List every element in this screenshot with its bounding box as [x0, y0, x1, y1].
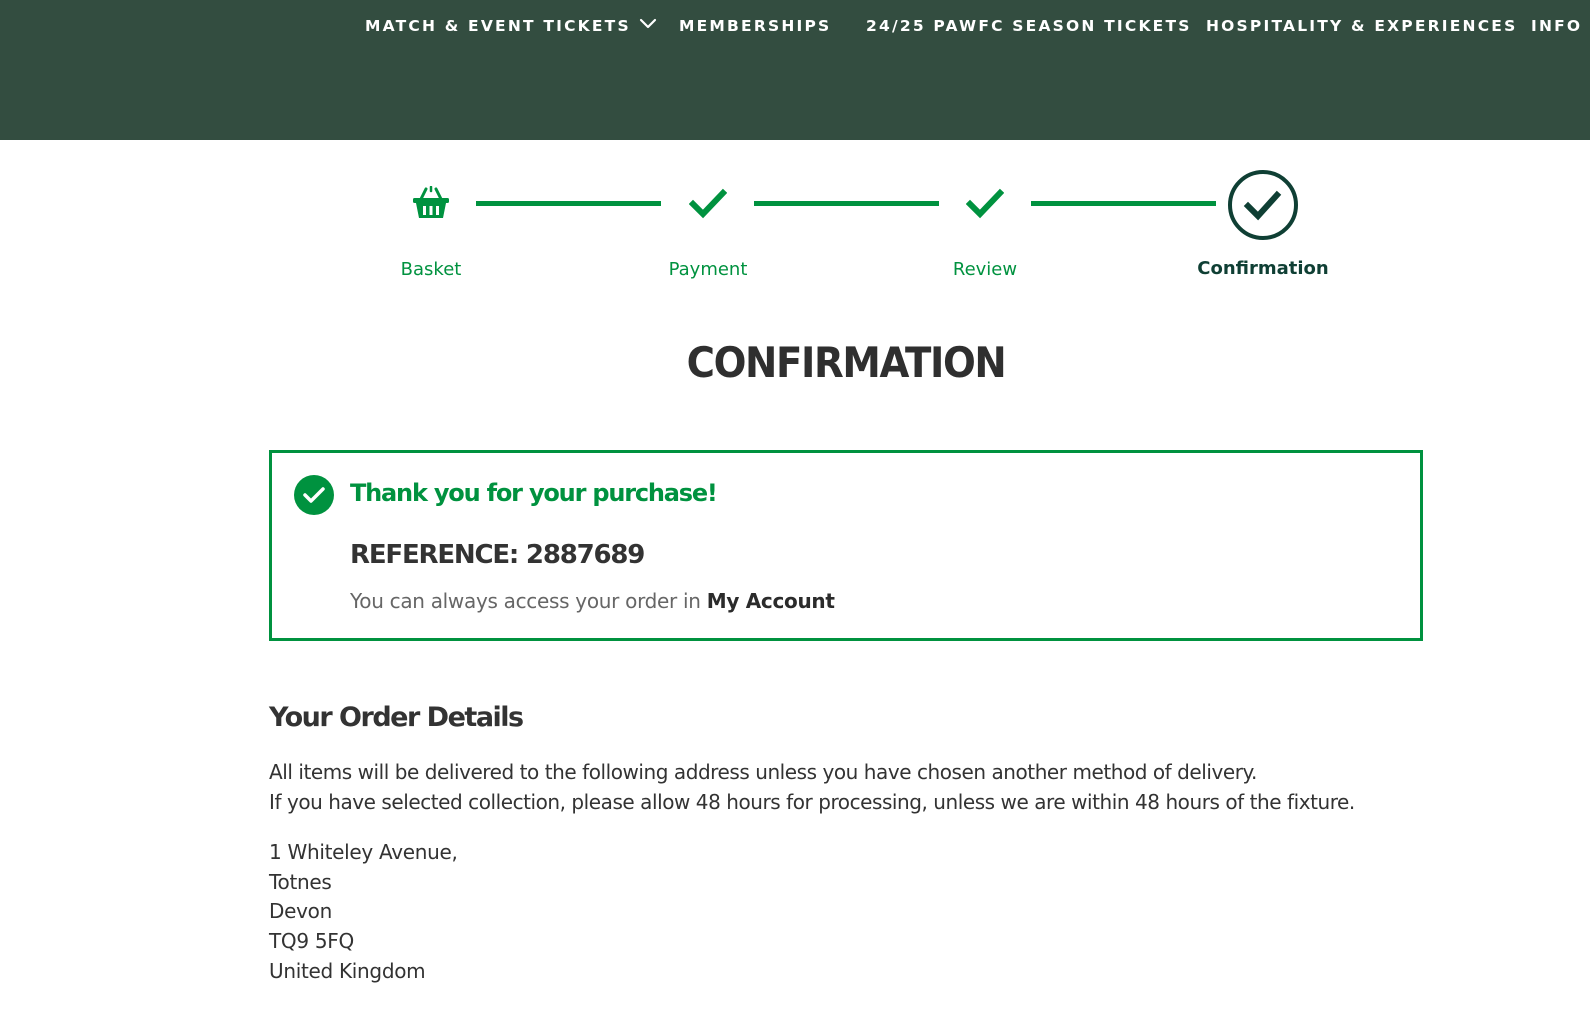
address-line: United Kingdom: [269, 958, 426, 983]
confirmation-panel: Thank you for your purchase! REFERENCE: …: [269, 450, 1423, 641]
address-line: Totnes: [269, 869, 332, 894]
delivery-info-line: All items will be delivered to the follo…: [269, 760, 1257, 784]
nav-item-label: HOSPITALITY & EXPERIENCES: [1206, 17, 1518, 35]
nav-item-label: 24/25 PAWFC SEASON TICKETS: [866, 17, 1192, 35]
nav-item-memberships[interactable]: MEMBERSHIPS: [679, 14, 831, 38]
nav-item-season-tickets[interactable]: 24/25 PAWFC SEASON TICKETS: [866, 14, 1192, 38]
site-header: MATCH & EVENT TICKETS MEMBERSHIPS 24/25 …: [0, 0, 1590, 140]
page-title: CONFIRMATION: [686, 338, 1007, 387]
checkout-stepper: Basket Payment Review Confirmation: [0, 140, 1590, 300]
step-label-basket[interactable]: Basket: [351, 258, 511, 282]
delivery-info: All items will be delivered to the follo…: [269, 757, 1549, 817]
nav-item-info[interactable]: INFO: [1531, 14, 1582, 38]
access-text: You can always access your order in: [350, 589, 707, 613]
nav-item-match-event-tickets[interactable]: MATCH & EVENT TICKETS: [365, 14, 657, 38]
step-connector: [1031, 201, 1216, 206]
success-message: Thank you for your purchase!: [350, 479, 718, 507]
main-nav: MATCH & EVENT TICKETS MEMBERSHIPS 24/25 …: [0, 0, 1590, 54]
basket-icon[interactable]: [412, 185, 450, 224]
check-circle-icon: [294, 475, 334, 515]
delivery-address: 1 Whiteley Avenue, Totnes Devon TQ9 5FQ …: [269, 838, 458, 987]
checkmark-icon[interactable]: [688, 187, 728, 223]
step-label-confirmation: Confirmation: [1197, 258, 1329, 279]
nav-item-label: MEMBERSHIPS: [679, 17, 832, 35]
my-account-link[interactable]: My Account: [707, 589, 835, 613]
delivery-info-line: If you have selected collection, please …: [269, 790, 1355, 814]
step-label-review[interactable]: Review: [905, 258, 1065, 282]
account-access-text: You can always access your order in My A…: [350, 587, 835, 615]
checkmark-circle-icon: [1228, 170, 1298, 240]
step-label-payment[interactable]: Payment: [628, 258, 788, 282]
checkmark-icon[interactable]: [965, 187, 1005, 223]
order-reference: REFERENCE: 2887689: [350, 540, 645, 570]
order-details-heading: Your Order Details: [269, 702, 524, 733]
step-connector: [476, 201, 661, 206]
address-line: 1 Whiteley Avenue,: [269, 840, 458, 864]
address-line: TQ9 5FQ: [269, 929, 354, 954]
nav-item-hospitality[interactable]: HOSPITALITY & EXPERIENCES: [1206, 14, 1517, 38]
address-line: Devon: [269, 899, 332, 924]
step-connector: [754, 201, 939, 206]
nav-item-label: MATCH & EVENT TICKETS: [365, 17, 631, 35]
nav-item-label: INFO: [1531, 17, 1583, 35]
chevron-down-icon: [639, 13, 657, 37]
